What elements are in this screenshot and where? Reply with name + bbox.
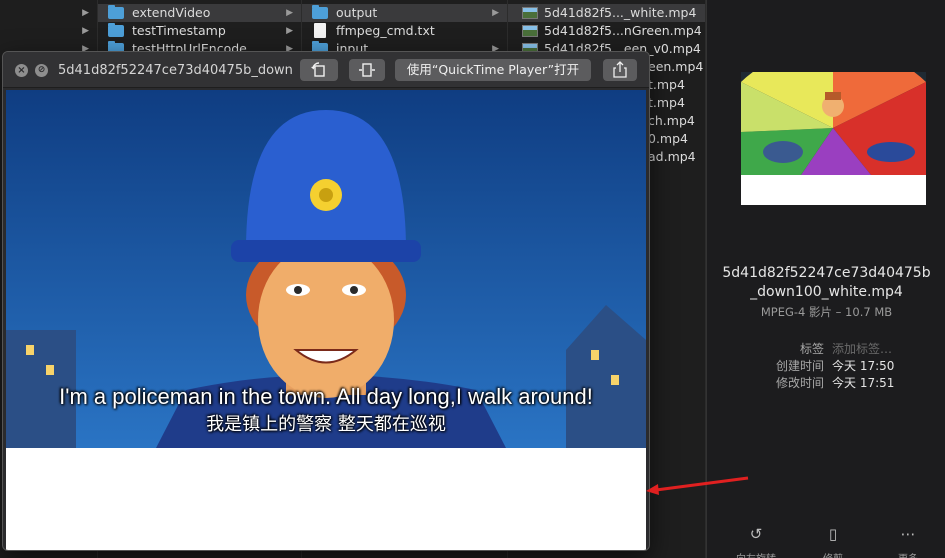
file-row-label: 5d41d82f5...nGreen.mp4 (544, 23, 702, 38)
meta-row-tags: 标签 添加标签… (707, 341, 945, 358)
finder-row-label: testTimestamp (132, 23, 226, 38)
file-row[interactable]: 5d41d82f5..._white.mp4 (508, 4, 705, 22)
fullscreen-icon: ⊘ (37, 65, 46, 75)
finder-row-label: extendVideo (132, 5, 211, 20)
chevron-right-icon: ▶ (82, 8, 89, 18)
action-label: 向左旋转 (731, 550, 781, 558)
finder-row-testtimestamp[interactable]: testTimestamp ▶ (98, 22, 301, 40)
document-icon (314, 23, 326, 38)
finder-row-output[interactable]: output ▶ (302, 4, 507, 22)
add-tags-field[interactable]: 添加标签… (832, 341, 892, 358)
video-thumbnail-icon (522, 7, 538, 19)
close-icon: × (17, 65, 26, 76)
file-row-label: een.mp4 (648, 59, 704, 74)
trim-icon (359, 63, 375, 77)
finder-row[interactable]: ▶ (0, 22, 97, 40)
fullscreen-button[interactable]: ⊘ (35, 64, 48, 77)
folder-icon (312, 5, 328, 19)
meta-key: 创建时间 (775, 359, 824, 373)
trim-button[interactable] (349, 59, 385, 81)
chevron-right-icon: ▶ (286, 26, 293, 36)
open-with-quicktime-button[interactable]: 使用“QuickTime Player”打开 (395, 59, 591, 81)
share-icon (613, 61, 627, 78)
rotate-left-icon: ↺ (749, 525, 763, 543)
folder-icon (108, 23, 124, 37)
finder-row[interactable]: ▶ (0, 4, 97, 22)
chevron-right-icon: ▶ (82, 26, 89, 36)
rotate-left-icon (311, 62, 325, 77)
meta-value: 今天 17:51 (832, 376, 895, 390)
file-row-label: 0.mp4 (648, 131, 688, 146)
finder-row-ffmpeg-cmd[interactable]: ffmpeg_cmd.txt (302, 22, 507, 40)
rotate-left-button[interactable]: ↺ 向左旋转 (731, 524, 781, 558)
more-button[interactable]: ⋯ 更多 (883, 524, 933, 558)
action-label: 修剪 (808, 550, 858, 558)
preview-thumbnail (741, 72, 926, 205)
quicklook-title: 5d41d82f52247ce73d40475b_down1... (58, 63, 294, 78)
chevron-right-icon: ▶ (286, 8, 293, 18)
meta-row-created: 创建时间 今天 17:50 (707, 358, 945, 375)
file-row-label: t.mp4 (648, 95, 685, 110)
rotate-button[interactable] (300, 59, 338, 81)
file-row[interactable]: 5d41d82f5...nGreen.mp4 (508, 22, 705, 40)
video-thumbnail-icon (522, 25, 538, 37)
close-button[interactable]: × (15, 64, 28, 77)
finder-row-extendvideo[interactable]: extendVideo ▶ (98, 4, 301, 22)
share-button[interactable] (603, 59, 637, 81)
finder-row-label: ffmpeg_cmd.txt (336, 23, 435, 38)
preview-file-type: MPEG-4 影片 – 10.7 MB (760, 305, 893, 319)
trim-button[interactable]: ▯ 修剪 (808, 524, 858, 558)
quicklook-window: × ⊘ 5d41d82f52247ce73d40475b_down1... 使用… (2, 51, 650, 551)
chevron-right-icon: ▶ (492, 8, 499, 18)
meta-value: 今天 17:50 (832, 359, 895, 373)
quicklook-toolbar: × ⊘ 5d41d82f52247ce73d40475b_down1... 使用… (3, 52, 649, 88)
preview-thumbnail-image (741, 72, 926, 175)
subtitle-chinese: 我是镇上的警察 整天都在巡视 (206, 414, 446, 435)
file-row-label: 5d41d82f5..._white.mp4 (544, 5, 697, 20)
finder-row-label: output (336, 5, 378, 20)
video-player[interactable]: I'm a policeman in the town. All day lon… (6, 90, 646, 448)
subtitle-english: I'm a policeman in the town. All day lon… (59, 384, 593, 409)
file-row-label: t.mp4 (648, 77, 685, 92)
action-label: 更多 (883, 550, 933, 558)
meta-key: 修改时间 (775, 376, 824, 390)
file-row-label: ad.mp4 (648, 149, 696, 164)
preview-filename: 5d41d82f52247ce73d40475b_down100_white.m… (722, 265, 931, 300)
meta-key: 标签 (799, 342, 824, 356)
trim-icon: ▯ (828, 525, 838, 543)
meta-row-modified: 修改时间 今天 17:51 (707, 375, 945, 392)
folder-icon (108, 5, 124, 19)
quick-actions: ↺ 向左旋转 ▯ 修剪 ⋯ 更多 (707, 518, 945, 558)
file-row-label: ch.mp4 (648, 113, 695, 128)
video-white-padding (6, 448, 646, 550)
annotation-arrow (646, 476, 749, 495)
more-icon: ⋯ (900, 525, 916, 543)
